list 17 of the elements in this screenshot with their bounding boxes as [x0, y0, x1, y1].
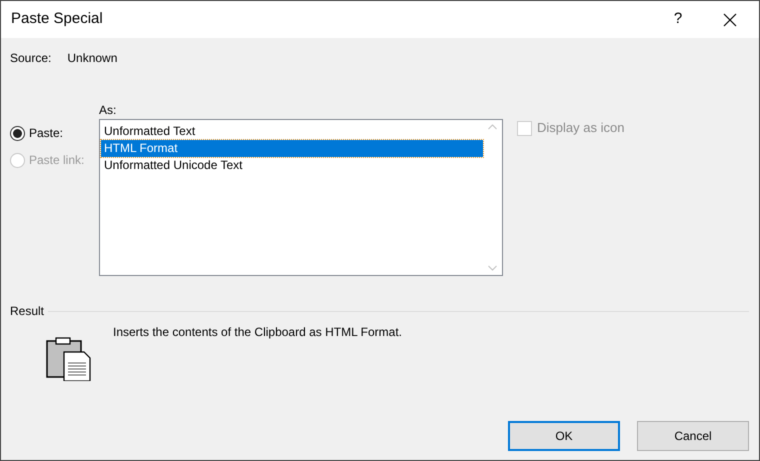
scroll-up-icon[interactable]: [488, 124, 497, 130]
result-heading: Result: [10, 303, 44, 320]
format-item[interactable]: Unformatted Text: [101, 123, 483, 140]
dialog-button[interactable]: OK: [508, 421, 620, 451]
dialog-button[interactable]: Cancel: [637, 421, 749, 451]
help-button[interactable]: ?: [655, 1, 701, 38]
as-label: As:: [99, 102, 118, 117]
format-item[interactable]: Unformatted Unicode Text: [101, 157, 483, 174]
format-item[interactable]: HTML Format: [101, 140, 483, 157]
radio-option[interactable]: Paste:: [10, 124, 99, 142]
source-value: Unknown: [67, 50, 118, 67]
scroll-down-icon[interactable]: [488, 265, 497, 271]
window-title: Paste Special: [11, 9, 104, 30]
clipboard-icon: [46, 337, 91, 381]
result-description: Inserts the contents of the Clipboard as HTML Format.: [113, 324, 402, 341]
close-icon: [723, 12, 737, 26]
source-label: Source:: [10, 50, 52, 67]
